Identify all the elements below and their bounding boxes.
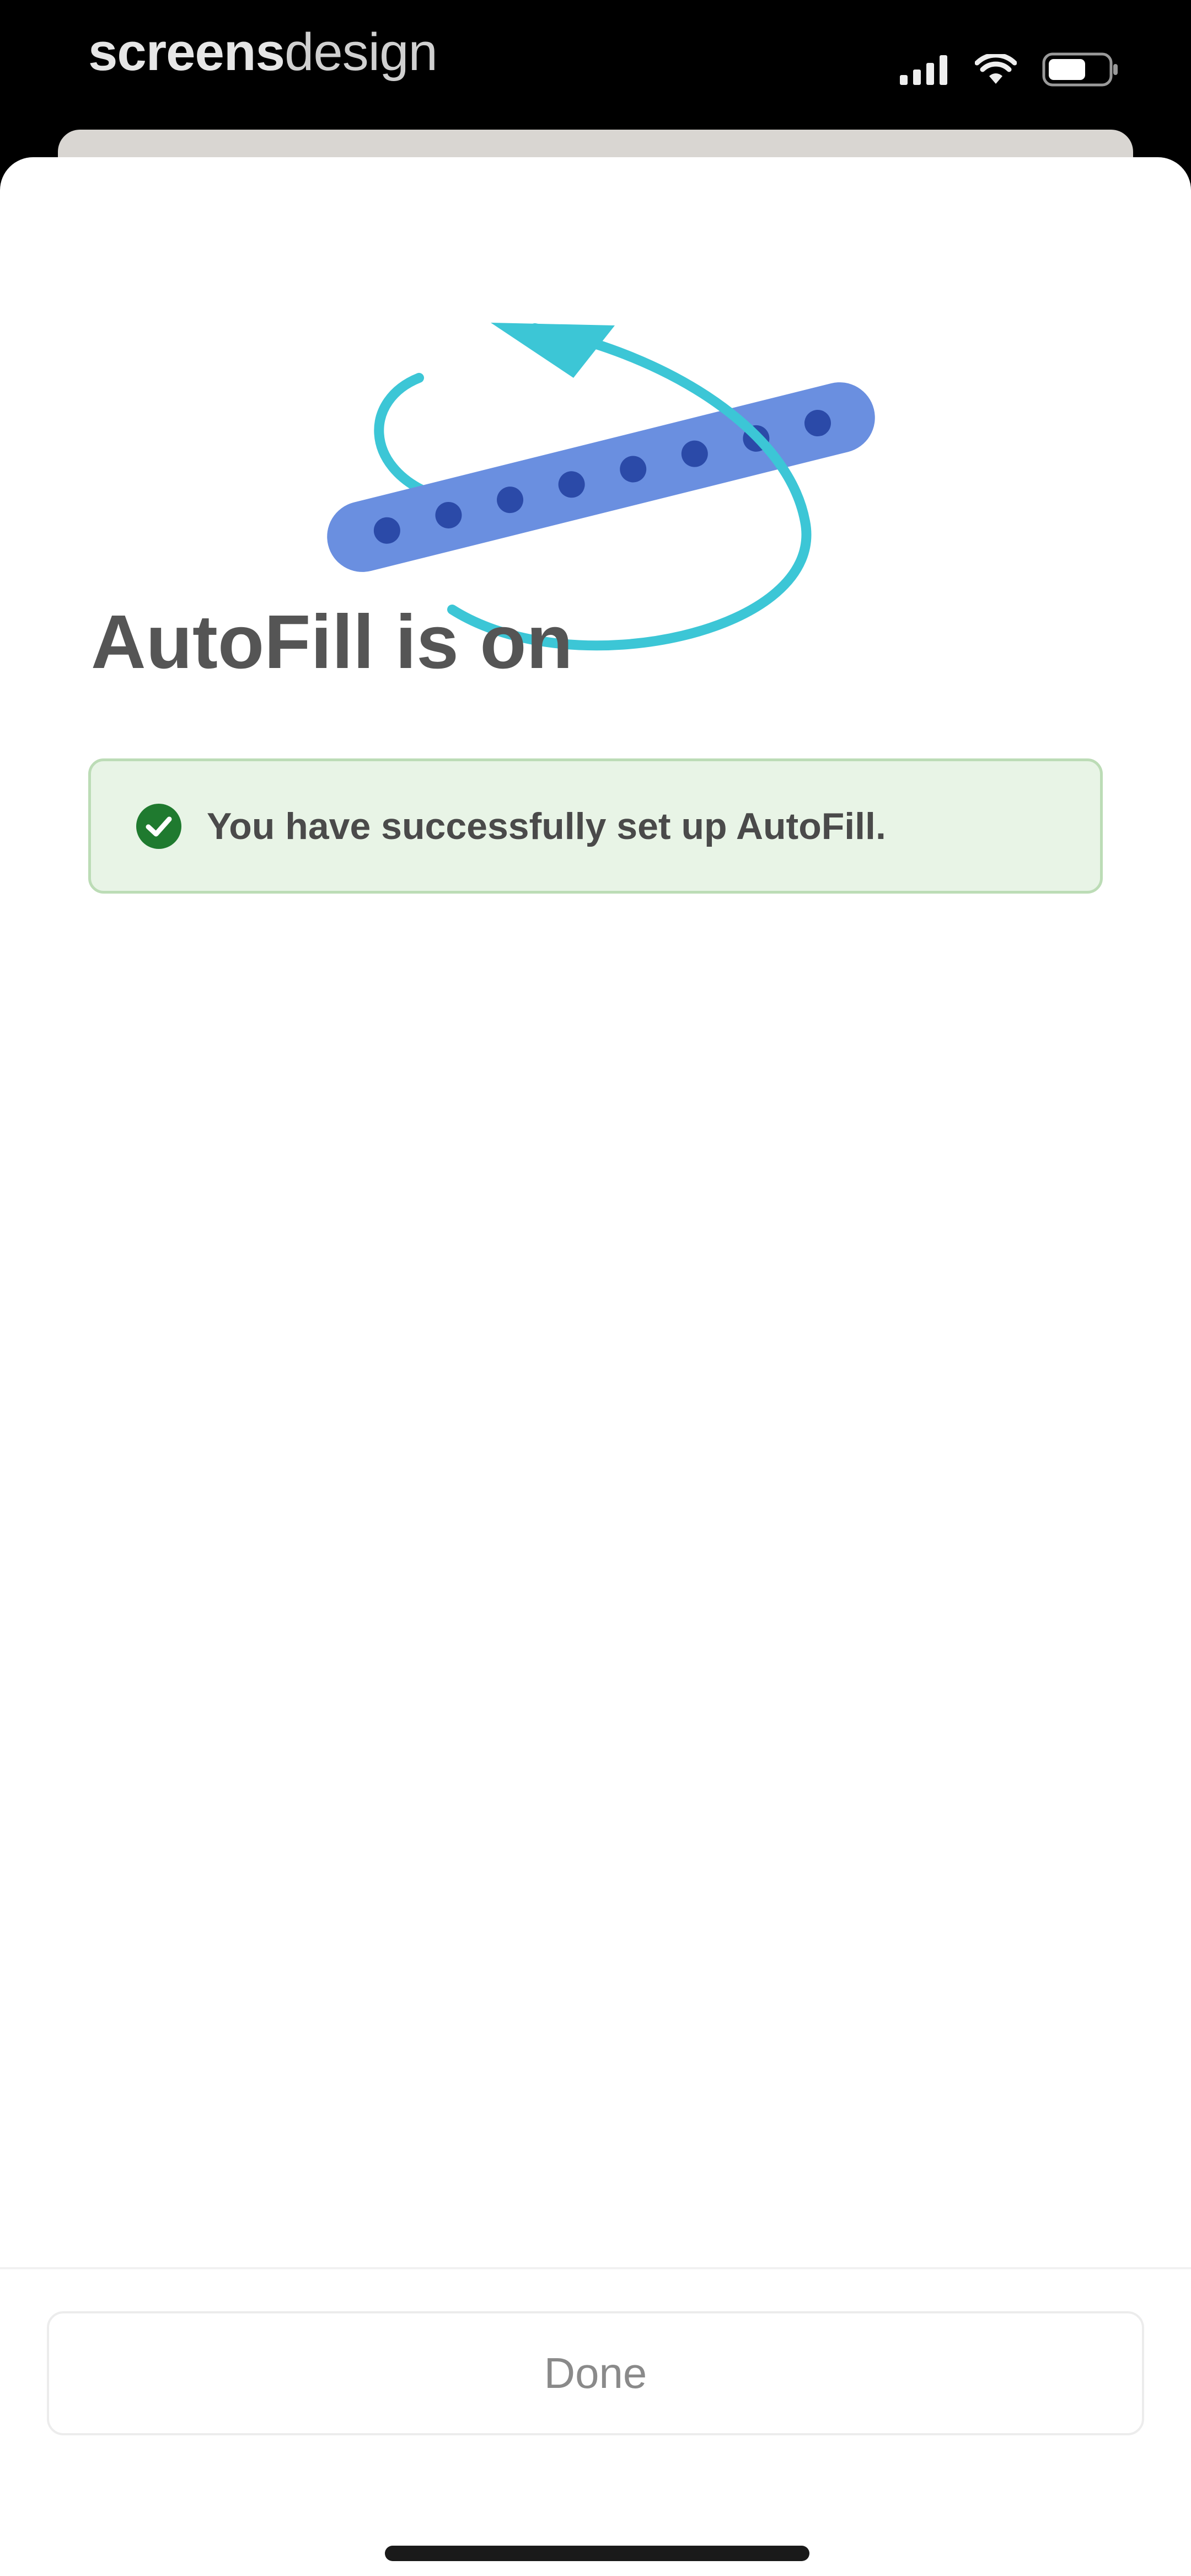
phone-screen: screensdesign AutoFill is on You have su… bbox=[0, 0, 1191, 2576]
battery-icon bbox=[1042, 52, 1118, 87]
page-title: AutoFill is on bbox=[91, 600, 573, 685]
status-icons bbox=[900, 52, 1119, 87]
check-circle-icon bbox=[136, 803, 181, 849]
status-bar: screensdesign bbox=[0, 0, 1191, 127]
wifi-icon bbox=[975, 54, 1017, 84]
footer-divider bbox=[0, 2267, 1191, 2269]
watermark-logo: screensdesign bbox=[88, 23, 438, 82]
done-button[interactable]: Done bbox=[47, 2311, 1144, 2435]
success-banner: You have successfully set up AutoFill. bbox=[88, 758, 1103, 894]
autofill-sheet: AutoFill is on You have successfully set… bbox=[0, 157, 1191, 2576]
cellular-signal-icon bbox=[900, 55, 947, 85]
home-indicator[interactable] bbox=[385, 2546, 809, 2561]
success-message: You have successfully set up AutoFill. bbox=[207, 805, 886, 847]
